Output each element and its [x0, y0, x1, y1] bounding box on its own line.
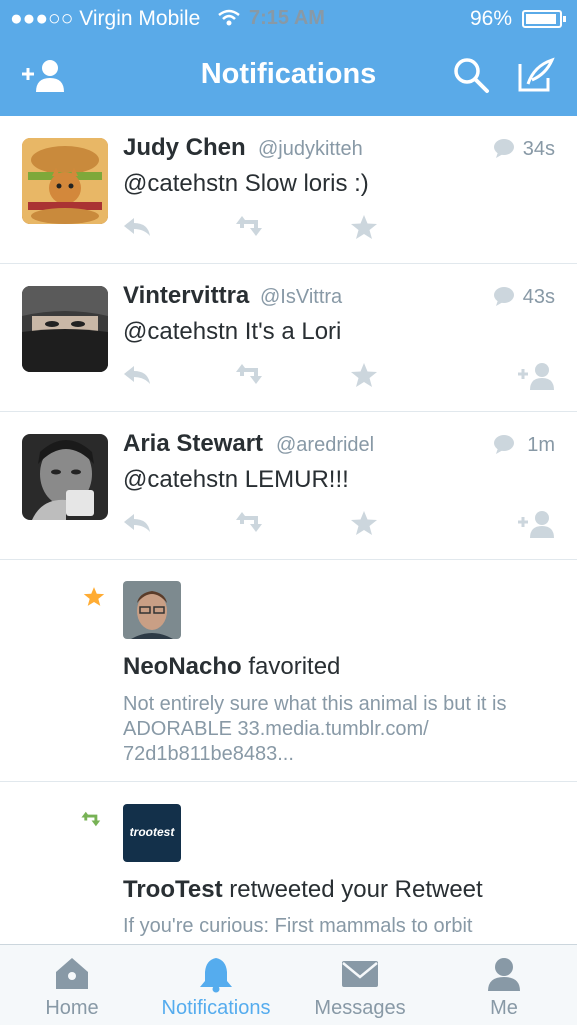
carrier-label: ●●●○○ Virgin Mobile [10, 7, 201, 30]
reply-bubble-icon [493, 286, 515, 311]
battery-icon [522, 10, 566, 28]
tab-me[interactable]: Me [432, 945, 576, 1025]
avatar-text: trootest [129, 825, 175, 839]
tweet-text: @catehstn Slow loris :) [123, 170, 369, 197]
activity-headline: NeoNacho favorited [123, 653, 340, 681]
tweet-time: 1m [527, 434, 555, 456]
tweet-time: 34s [522, 138, 555, 160]
wifi-icon [218, 9, 240, 33]
home-icon [56, 958, 88, 989]
tweet-text: @catehstn It's a Lori [123, 318, 342, 345]
activity-user-name[interactable]: NeoNacho [123, 653, 242, 680]
retweet-green-icon [80, 810, 106, 833]
tweet-time: 43s [522, 286, 555, 308]
tweet-row[interactable]: Vintervittra @IsVittra 43s @catehstn It'… [0, 264, 577, 412]
activity-user-name[interactable]: TrooTest [123, 876, 223, 903]
user-handle[interactable]: @judykitteh [258, 138, 363, 161]
user-handle[interactable]: @aredridel [276, 434, 374, 457]
tab-label: Messages [314, 997, 406, 1019]
favorite-star-icon [83, 586, 105, 612]
activity-action: retweeted your Retweet [222, 876, 483, 903]
avatar[interactable] [123, 581, 181, 639]
tab-messages[interactable]: Messages [288, 945, 432, 1025]
retweet-icon[interactable] [234, 510, 270, 539]
follow-icon[interactable] [516, 362, 556, 395]
reply-bubble-icon [493, 434, 515, 459]
follow-icon[interactable] [516, 510, 556, 543]
reply-bubble-icon [493, 138, 515, 163]
notifications-list[interactable]: Judy Chen @judykitteh 34s @catehstn Slow… [0, 116, 577, 944]
user-name[interactable]: Vintervittra [123, 282, 249, 310]
retweet-activity[interactable]: trootest TrooTest retweeted your Retweet… [0, 782, 577, 944]
page-title: Notifications [200, 58, 377, 90]
envelope-icon [342, 961, 378, 987]
search-icon[interactable] [452, 56, 490, 99]
tweet-text: @catehstn LEMUR!!! [123, 466, 349, 493]
tab-label: Notifications [161, 997, 271, 1019]
reply-icon[interactable] [122, 362, 152, 391]
person-icon [488, 958, 520, 991]
user-name[interactable]: Aria Stewart [123, 430, 263, 458]
bell-icon [200, 958, 232, 993]
reply-icon[interactable] [122, 214, 152, 243]
tweet-row[interactable]: Judy Chen @judykitteh 34s @catehstn Slow… [0, 116, 577, 264]
tweet-row[interactable]: Aria Stewart @aredridel 1m @catehstn LEM… [0, 412, 577, 560]
avatar[interactable] [22, 286, 108, 372]
retweet-icon[interactable] [234, 214, 270, 243]
compose-icon[interactable] [516, 56, 556, 99]
tab-notifications[interactable]: Notifications [144, 945, 288, 1025]
battery-percent: 96% [470, 7, 513, 30]
status-bar: ●●●○○ Virgin Mobile 7:15 AM 96% [0, 0, 577, 38]
activity-headline: TrooTest retweeted your Retweet [123, 876, 483, 904]
activity-action: favorited [241, 653, 341, 680]
favorite-activity[interactable]: NeoNacho favorited Not entirely sure wha… [0, 560, 577, 782]
top-header: ●●●○○ Virgin Mobile 7:15 AM 96% Notifica… [0, 0, 577, 116]
retweet-icon[interactable] [234, 362, 270, 391]
avatar[interactable] [22, 138, 108, 224]
tab-label: Me [490, 997, 518, 1019]
tab-home[interactable]: Home [0, 945, 144, 1025]
tab-bar: Home Notifications Messages Me [0, 944, 577, 1025]
avatar[interactable] [22, 434, 108, 520]
avatar[interactable]: trootest [123, 804, 181, 862]
activity-tweet-text[interactable]: If you're curious: First mammals to orbi… [123, 914, 553, 939]
activity-tweet-text[interactable]: Not entirely sure what this animal is bu… [123, 692, 553, 767]
favorite-icon[interactable] [350, 510, 378, 541]
favorite-icon[interactable] [350, 362, 378, 393]
favorite-icon[interactable] [350, 214, 378, 245]
user-handle[interactable]: @IsVittra [260, 286, 342, 309]
reply-icon[interactable] [122, 510, 152, 539]
user-name[interactable]: Judy Chen [123, 134, 246, 162]
tab-label: Home [45, 997, 99, 1019]
